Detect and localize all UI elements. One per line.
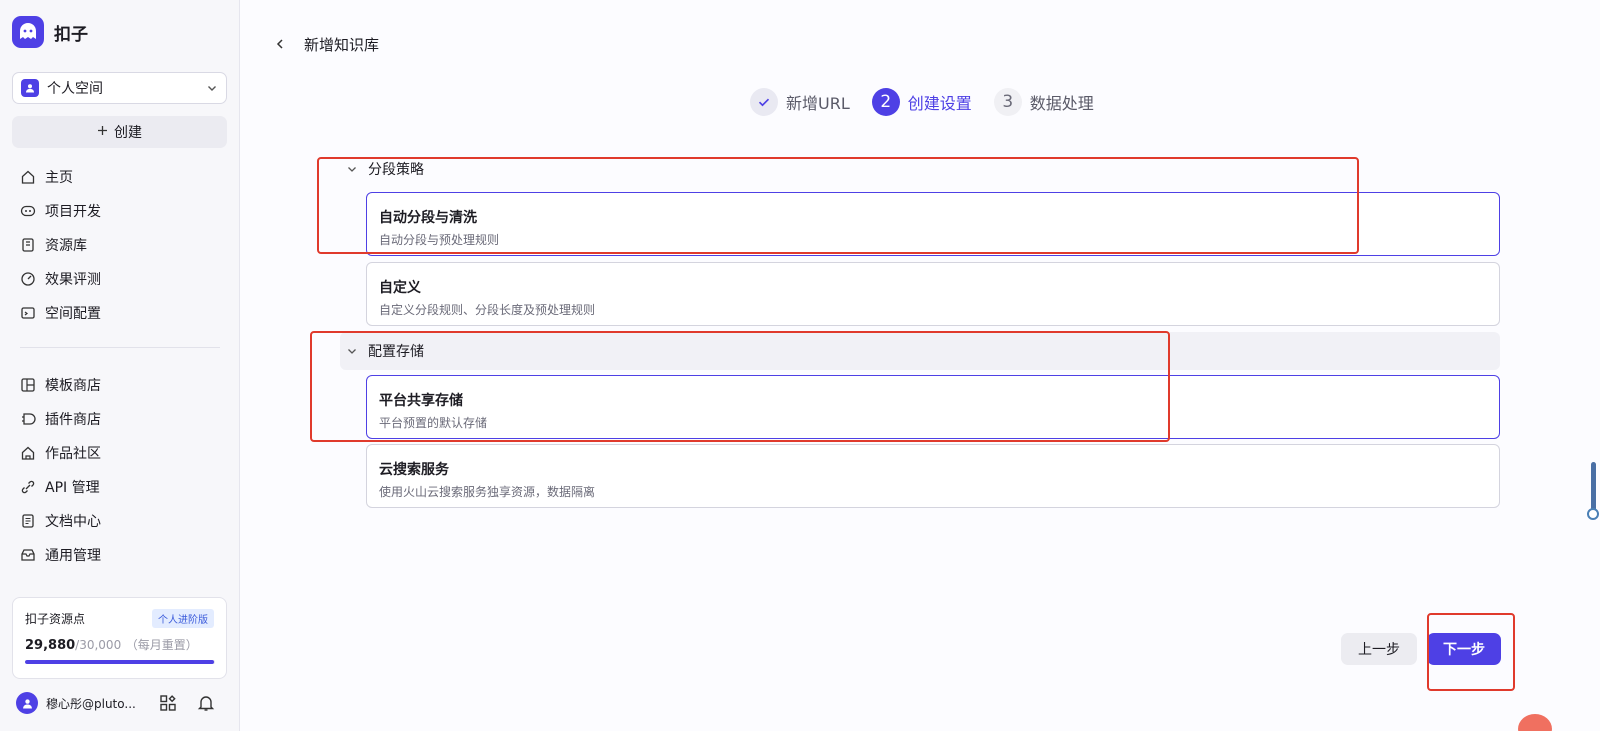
section-title: 分段策略 [368,162,424,178]
points-progress-bar [25,660,215,664]
check-icon [750,88,778,116]
option-title: 云搜索服务 [379,462,449,478]
nav-primary: 主页 项目开发 资源库 效果评测 空间配置 [12,160,227,330]
nav-label: 效果评测 [45,272,101,288]
user-name[interactable]: 穆心彤@pluto... [46,695,138,712]
create-button[interactable]: 创建 [12,116,227,148]
step-label: 新增URL [786,94,850,113]
option-desc: 使用火山云搜索服务独享资源，数据隔离 [379,485,596,499]
section-header-storage[interactable]: 配置存储 [340,332,1500,370]
plugin-store-icon [22,413,36,425]
space-selector[interactable]: 个人空间 [12,72,227,104]
nav-item-evaluation[interactable]: 效果评测 [12,262,227,296]
coze-logo-icon [12,16,44,48]
nav-label: 空间配置 [45,306,101,322]
library-icon [22,238,34,252]
section-header-segmentation[interactable]: 分段策略 [340,150,1500,188]
nav-secondary: 模板商店 插件商店 作品社区 API 管理 文档中心 通用管理 [12,368,227,572]
nav-item-api[interactable]: API 管理 [12,470,227,504]
step-create-settings: 2 创建设置 [871,88,972,116]
option-desc: 自动分段与预处理规则 [379,233,500,247]
brand-name: 扣子 [54,24,88,45]
bell-icon[interactable] [194,691,218,715]
option-shared-storage[interactable]: 平台共享存储 平台预置的默认存储 [366,375,1500,439]
option-title: 自定义 [379,280,421,296]
project-icon [20,205,36,217]
nav-label: 资源库 [45,238,87,254]
chevron-down-icon [348,349,356,354]
step-number: 3 [993,88,1022,116]
nav-label: 通用管理 [45,548,101,564]
back-button[interactable] [270,34,290,54]
nav-label: 插件商店 [45,412,101,428]
user-row: 穆心彤@pluto... [16,690,226,716]
evaluation-icon [21,272,35,286]
option-custom-segment[interactable]: 自定义 自定义分段规则、分段长度及预处理规则 [366,262,1500,326]
step-data-processing: 3 数据处理 [993,88,1094,116]
nav-item-general-admin[interactable]: 通用管理 [12,538,227,572]
plan-badge: 个人进阶版 [152,609,214,628]
home-icon [21,170,35,184]
option-desc: 自定义分段规则、分段长度及预处理规则 [379,303,596,317]
nav-item-community[interactable]: 作品社区 [12,436,227,470]
previous-step-button[interactable]: 上一步 [1341,633,1417,665]
assistant-mascot-icon[interactable] [1518,714,1552,731]
step-number: 2 [871,88,900,116]
nav-label: 项目开发 [45,204,101,220]
template-store-icon [21,378,35,392]
option-title: 平台共享存储 [379,393,463,409]
user-icon [21,79,39,97]
nav-divider [20,347,220,348]
nav-item-library[interactable]: 资源库 [12,228,227,262]
plus-icon [97,124,108,140]
api-icon [21,480,35,494]
nav-label: API 管理 [45,480,100,496]
nav-item-space-config[interactable]: 空间配置 [12,296,227,330]
step-add-url: 新增URL [750,88,850,116]
sidebar: 扣子 个人空间 创建 主页 项目开发 资源库 效果评测 空间配置 模板商店 插件… [0,0,240,731]
points-progress-fill [25,660,215,664]
brand[interactable]: 扣子 [12,16,88,48]
next-step-button[interactable]: 下一步 [1427,633,1501,665]
avatar[interactable] [16,692,38,714]
points-value: 29,880/30,000 （每月重置） [25,636,198,653]
chevron-down-icon [206,79,218,98]
page-title: 新增知识库 [304,36,380,54]
nav-item-plugin-store[interactable]: 插件商店 [12,402,227,436]
nav-label: 模板商店 [45,378,101,394]
resource-points-card[interactable]: 扣子资源点 个人进阶版 29,880/30,000 （每月重置） [12,597,227,679]
nav-label: 主页 [45,170,73,186]
nav-label: 作品社区 [45,446,101,462]
step-label: 数据处理 [1029,94,1094,113]
space-label: 个人空间 [47,81,103,97]
docs-icon [22,514,34,528]
nav-item-docs[interactable]: 文档中心 [12,504,227,538]
apps-icon[interactable] [156,691,180,715]
option-cloud-search[interactable]: 云搜索服务 使用火山云搜索服务独享资源，数据隔离 [366,444,1500,508]
chevron-left-icon [276,39,283,49]
nav-item-project[interactable]: 项目开发 [12,194,227,228]
chevron-down-icon [348,167,356,172]
points-reset-note: （每月重置） [125,638,198,652]
create-label: 创建 [114,125,142,141]
general-admin-icon [21,549,35,561]
option-title: 自动分段与清洗 [379,210,477,226]
option-auto-segment[interactable]: 自动分段与清洗 自动分段与预处理规则 [366,192,1500,256]
points-total: /30,000 [75,638,122,652]
scrollbar-knob[interactable] [1587,508,1599,520]
stepper: 新增URL 2 创建设置 3 数据处理 [750,88,1094,116]
nav-item-template-store[interactable]: 模板商店 [12,368,227,402]
section-title: 配置存储 [368,344,424,360]
space-config-icon [21,307,35,319]
option-desc: 平台预置的默认存储 [379,416,488,430]
step-label: 创建设置 [907,94,972,113]
nav-item-home[interactable]: 主页 [12,160,227,194]
nav-label: 文档中心 [45,514,101,530]
points-current: 29,880 [25,638,76,653]
community-icon [21,446,35,460]
